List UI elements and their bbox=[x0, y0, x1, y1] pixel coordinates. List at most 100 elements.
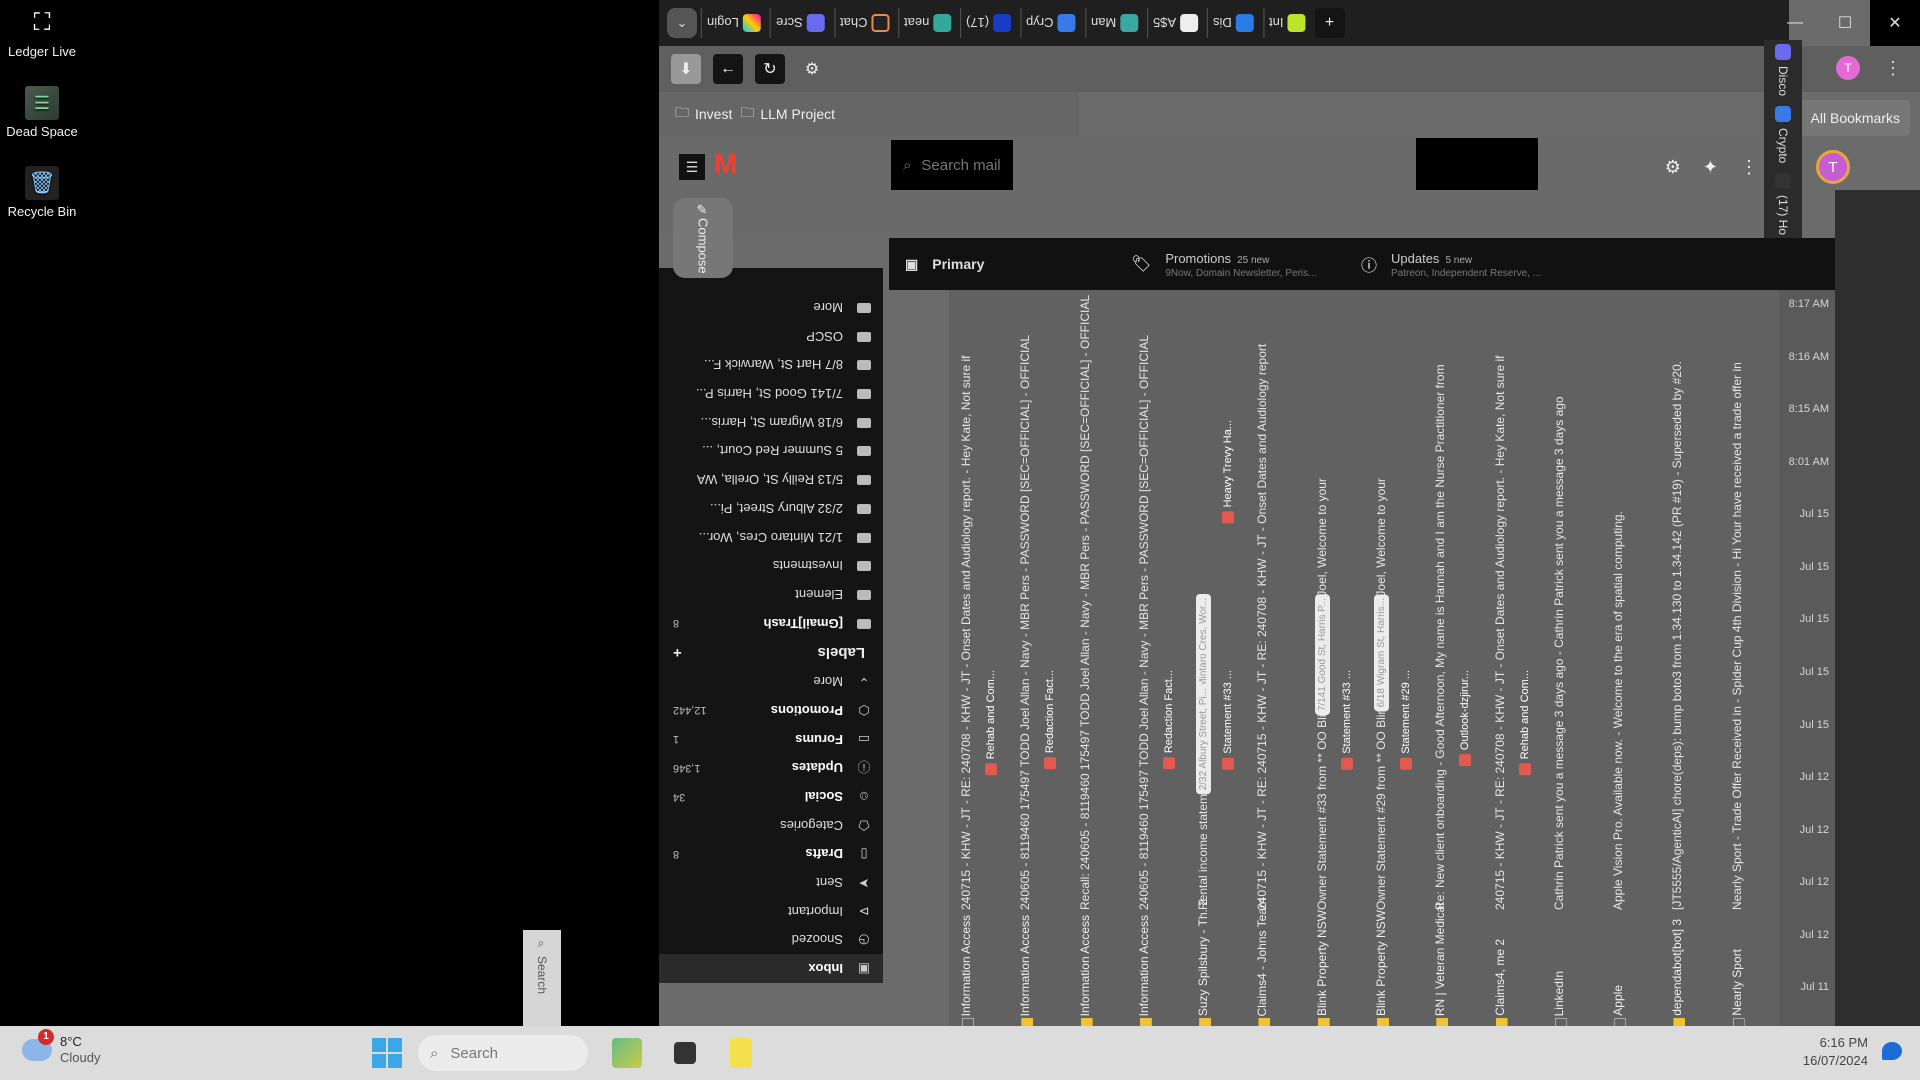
sidebar-label-item[interactable]: 2/32 Albury Street, Pi... bbox=[659, 494, 883, 523]
importance-marker-icon[interactable] bbox=[1021, 1018, 1034, 1026]
attachment-chip[interactable]: Rehab and Com... bbox=[1518, 670, 1531, 776]
email-row[interactable]: Apple Vision Pro. Available now. - Welco… bbox=[1607, 290, 1635, 1026]
tab-updates[interactable]: ⓘ Updates 5 new Patreon, Independent Rese… bbox=[1345, 238, 1575, 290]
email-row[interactable]: 240605 - 8119460 175497 TODD Joel Allan … bbox=[1014, 290, 1057, 1026]
sidebar-label-item[interactable]: 8/7 Hart St, Warwick F... bbox=[659, 351, 883, 380]
close-button[interactable]: ✕ bbox=[1870, 0, 1920, 46]
importance-marker-icon[interactable] bbox=[1436, 1018, 1449, 1026]
bookmark-folder-llm-project[interactable]: 🗀 LLM Project bbox=[740, 102, 835, 126]
importance-marker-icon[interactable] bbox=[1614, 1018, 1627, 1026]
email-row[interactable]: Re: New client onboarding - Good Afterno… bbox=[1429, 290, 1472, 1026]
email-row[interactable]: Nearly Sport - Trade Offer Received in -… bbox=[1726, 290, 1754, 1026]
sidebar-item-sent[interactable]: ➤ Sent bbox=[659, 868, 883, 897]
compose-button[interactable]: ✎ Compose bbox=[673, 198, 733, 278]
gmail-logo[interactable]: M bbox=[714, 148, 750, 184]
vertical-tab[interactable]: (17) Ho bbox=[1775, 173, 1791, 235]
browser-tab[interactable]: Login bbox=[701, 8, 766, 38]
email-row[interactable]: 240605 - 8119460 175497 TODD Joel Allan … bbox=[1133, 290, 1175, 1026]
attachment-chip[interactable]: Redaction Fact... bbox=[1162, 670, 1175, 770]
email-row[interactable]: Owner Statement #33 from ** OO Blink Pro… bbox=[1311, 290, 1353, 1026]
tab-search-button[interactable]: ⌄ bbox=[667, 8, 697, 38]
email-row[interactable]: Recall: 240605 - 8119460 175497 TODD Joe… bbox=[1074, 290, 1102, 1026]
sidebar-label-item[interactable]: OSCP bbox=[659, 322, 883, 351]
desktop-icon-dead-space[interactable]: ☰ Dead Space bbox=[2, 86, 82, 139]
main-menu-button[interactable]: ☰ bbox=[679, 154, 705, 180]
sidebar-item-important[interactable]: ⊳ Important bbox=[659, 897, 883, 926]
notification-center-icon[interactable] bbox=[1882, 1042, 1902, 1060]
browser-tab[interactable]: Chat bbox=[833, 8, 895, 38]
sidebar-label-item[interactable]: Element bbox=[659, 580, 883, 609]
bookmark-folder-invest[interactable]: 🗀 Invest bbox=[675, 102, 732, 126]
taskbar-app-task-view[interactable] bbox=[674, 1042, 696, 1064]
importance-marker-icon[interactable] bbox=[1317, 1018, 1330, 1026]
sidebar-label-item[interactable]: Investments bbox=[659, 551, 883, 580]
attachment-chip[interactable]: Statement #29 ... bbox=[1400, 670, 1412, 770]
settings-icon[interactable]: ⚙ bbox=[1665, 157, 1681, 178]
site-info-button[interactable]: ⚙ bbox=[797, 54, 827, 84]
attachment-chip[interactable]: Redaction Fact... bbox=[1044, 670, 1057, 770]
email-row[interactable]: 240715 - KHW - JT - RE: 240715 - KHW - J… bbox=[1251, 290, 1279, 1026]
importance-marker-icon[interactable] bbox=[1495, 1018, 1508, 1026]
attachment-chip[interactable]: Statement #33 ... bbox=[1222, 670, 1235, 770]
browser-tab[interactable]: neat bbox=[898, 8, 957, 38]
taskbar-app-game[interactable] bbox=[612, 1038, 642, 1068]
importance-marker-icon[interactable] bbox=[962, 1018, 974, 1026]
maximize-button[interactable]: ☐ bbox=[1820, 0, 1870, 46]
browser-tab[interactable]: Dis bbox=[1207, 8, 1260, 38]
sidebar-item-promotions[interactable]: ⬡ Promotions 12,442 bbox=[659, 696, 883, 725]
email-row[interactable]: [JT5555/AgenticAI] chore(deps): bump bot… bbox=[1666, 290, 1694, 1026]
tab-promotions[interactable]: 🏷 Promotions 25 new 9Now, Domain Newslett… bbox=[1115, 238, 1345, 290]
sidebar-label-item[interactable]: 1/21 Mintaro Cres, Wor... bbox=[659, 523, 883, 552]
sidebar-label-item[interactable]: 5 Summer Red Court, ... bbox=[659, 437, 883, 466]
email-row[interactable]: 240715 - KHW - JT - RE: 240708 - KHW - J… bbox=[1489, 290, 1531, 1026]
browser-tab[interactable]: Man bbox=[1084, 8, 1144, 38]
label-chip[interactable]: 6/18 Wigram St, Harris... bbox=[1374, 590, 1389, 712]
weather-widget[interactable]: 1 8°C Cloudy bbox=[22, 1028, 100, 1065]
vertical-tab[interactable]: Crypto bbox=[1775, 106, 1791, 163]
browser-menu-icon[interactable]: ⋮ bbox=[1884, 58, 1902, 79]
email-row[interactable]: 240715 - KHW - JT - RE: 240708 - KHW - J… bbox=[955, 290, 997, 1026]
browser-tab[interactable]: Int bbox=[1263, 8, 1311, 38]
desktop-icon-ledger-live[interactable]: ⛶ Ledger Live bbox=[2, 6, 82, 59]
importance-marker-icon[interactable] bbox=[1199, 1018, 1212, 1026]
start-button[interactable] bbox=[372, 1038, 402, 1068]
sidebar-label-item[interactable]: 5/13 Reilly St, Orella, WA bbox=[659, 465, 883, 494]
sidebar-item-drafts[interactable]: ▯ Drafts 8 bbox=[659, 840, 883, 869]
email-row[interactable]: Rental income statement #33 from The Ren… bbox=[1192, 290, 1235, 1026]
email-row[interactable]: Cathrin Patrick sent you a message 3 day… bbox=[1548, 290, 1576, 1026]
importance-marker-icon[interactable] bbox=[1732, 1018, 1745, 1026]
sidebar-item-inbox[interactable]: ▣ Inbox bbox=[659, 954, 883, 983]
attachment-chip[interactable]: Outlook-dzjirur... bbox=[1459, 670, 1472, 767]
attachment-chip[interactable]: Heavy Trevy Ha... bbox=[1222, 420, 1235, 524]
label-chip[interactable]: 2/32 Albury Street, Pi... bbox=[1196, 680, 1212, 795]
attachment-chip[interactable]: Statement #33 ... bbox=[1340, 670, 1353, 770]
sidebar-label-item[interactable]: 6/18 Wigram St, Harris... bbox=[659, 408, 883, 437]
attachment-chip[interactable]: Rehab and Com... bbox=[985, 670, 997, 776]
desktop-icon-recycle-bin[interactable]: 🗑 Recycle Bin bbox=[2, 166, 82, 219]
sidebar-item-more[interactable]: ⌄ More bbox=[659, 667, 883, 696]
taskbar-app-file-explorer[interactable] bbox=[730, 1038, 752, 1068]
importance-marker-icon[interactable] bbox=[1139, 1018, 1152, 1026]
new-tab-button[interactable]: + bbox=[1314, 8, 1345, 38]
browser-tab[interactable]: Cryp bbox=[1020, 8, 1081, 38]
email-row[interactable]: Owner Statement #29 from ** OO Blink Pro… bbox=[1370, 290, 1412, 1026]
account-avatar[interactable]: T bbox=[1816, 150, 1850, 184]
sidebar-label-item[interactable]: [Gmail]Trash 8 bbox=[659, 609, 883, 638]
sidebar-item-snoozed[interactable]: ◷ Snoozed bbox=[659, 926, 883, 955]
importance-marker-icon[interactable] bbox=[1673, 1018, 1686, 1026]
sidebar-item-social[interactable]: ☺ Social 34 bbox=[659, 782, 883, 811]
sidebar-label-item[interactable]: More bbox=[659, 293, 883, 322]
importance-marker-icon[interactable] bbox=[1258, 1018, 1271, 1026]
create-label-icon[interactable]: + bbox=[673, 644, 682, 661]
search-mail-input[interactable]: ⌕ Search mail bbox=[891, 140, 1013, 190]
importance-marker-icon[interactable] bbox=[1377, 1018, 1389, 1026]
sidebar-item-categories[interactable]: ⬠ Categories bbox=[659, 811, 883, 840]
browser-tab[interactable]: A$5 bbox=[1147, 8, 1204, 38]
download-button[interactable]: ⬇ bbox=[671, 54, 701, 84]
back-button[interactable]: ← bbox=[713, 54, 743, 84]
tab-primary[interactable]: ▣ Primary bbox=[889, 238, 1115, 290]
sidebar-item-updates[interactable]: ⓘ Updates 1,346 bbox=[659, 754, 883, 783]
gemini-icon[interactable]: ✦ bbox=[1703, 157, 1718, 178]
sidebar-label-item[interactable]: 7/141 Good St, Harris P... bbox=[659, 379, 883, 408]
taskbar-search[interactable]: ⌕ Search bbox=[418, 1035, 588, 1071]
